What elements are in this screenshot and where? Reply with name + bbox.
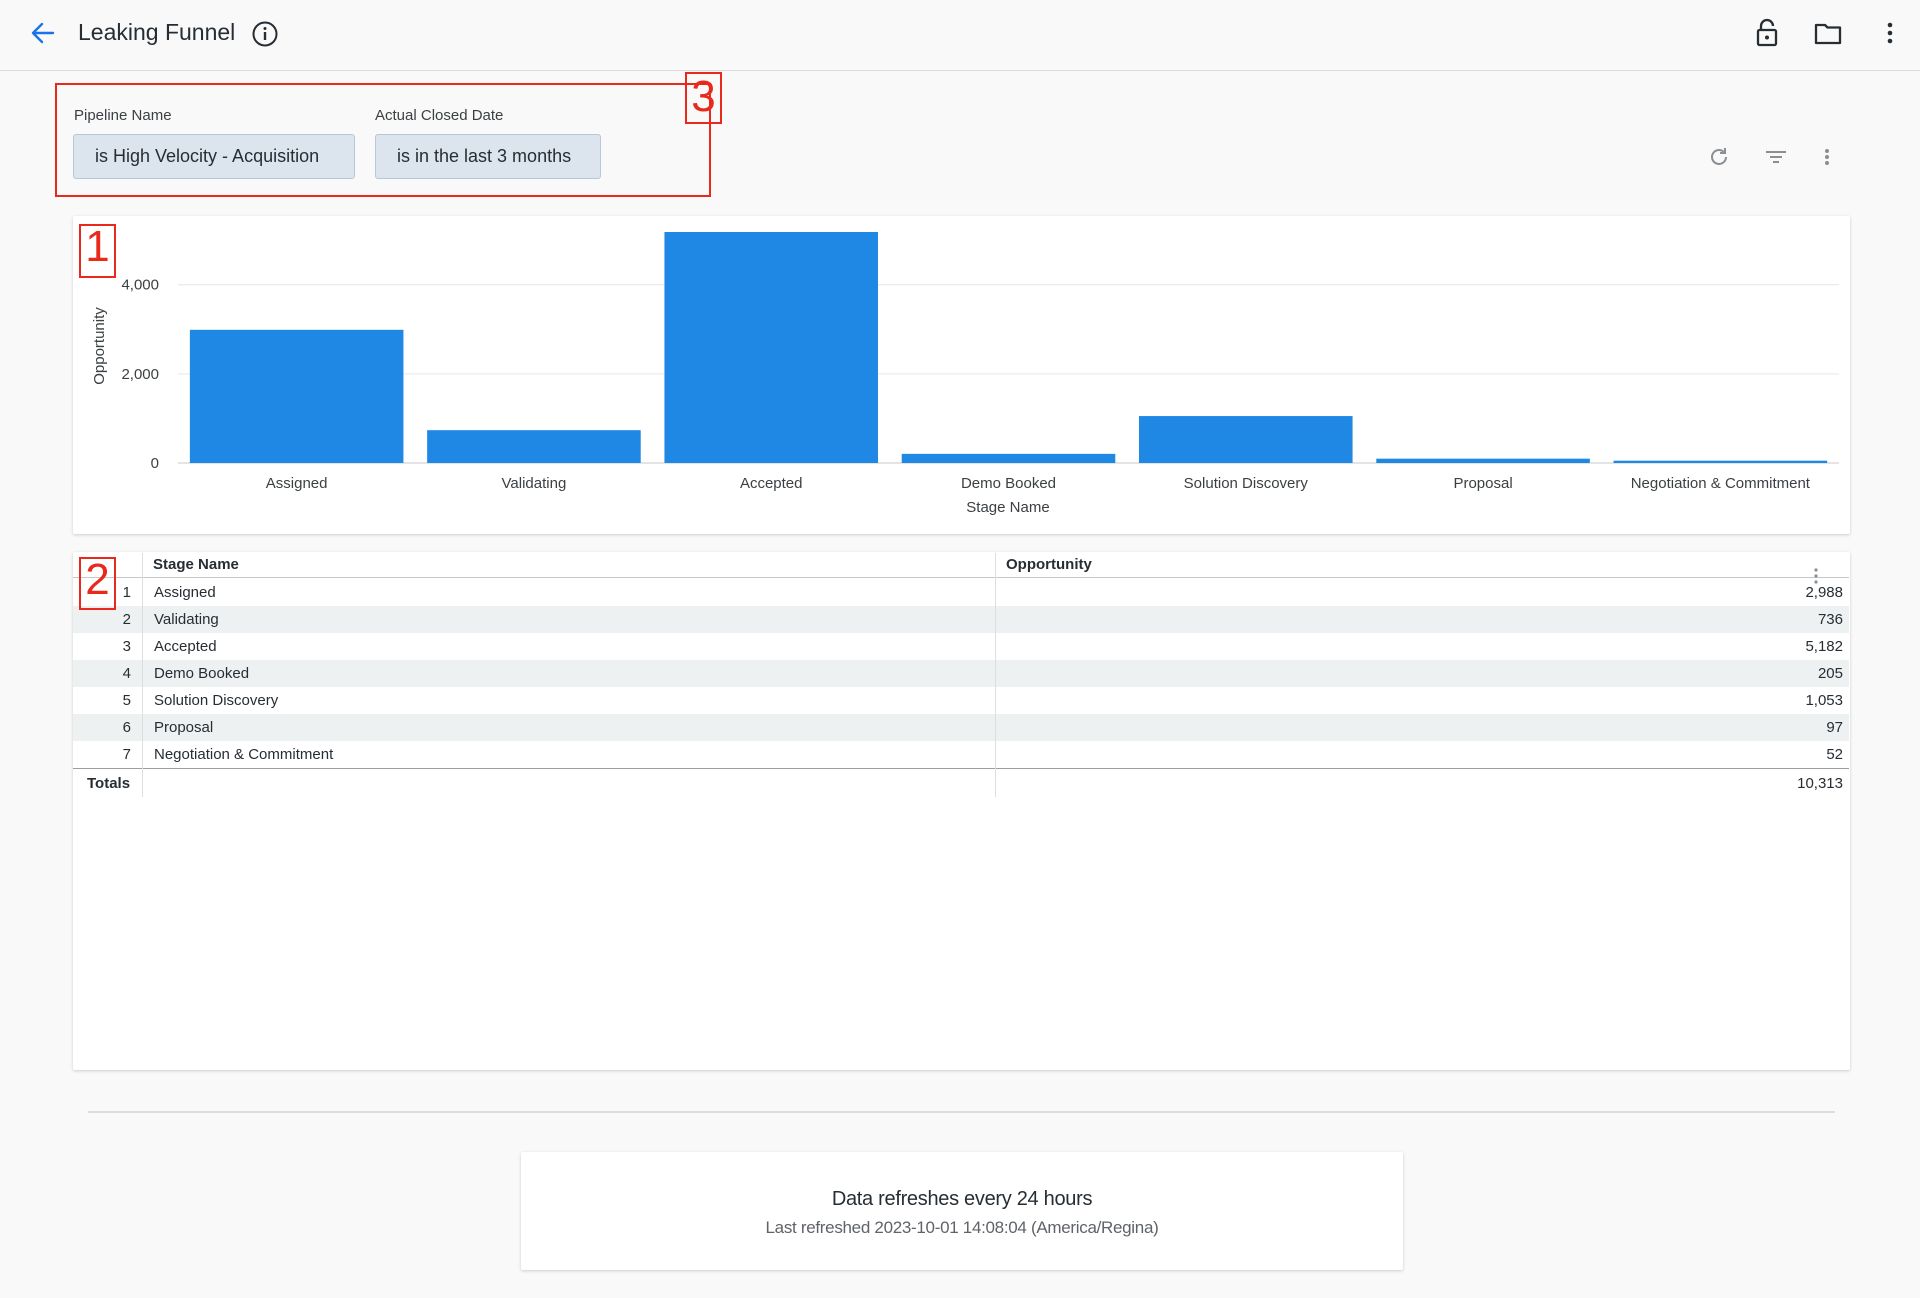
row-index: 5 bbox=[122, 692, 131, 709]
totals-label: Totals bbox=[87, 775, 131, 792]
bar-validating[interactable] bbox=[427, 430, 641, 463]
y-tick-label: 4,000 bbox=[121, 277, 159, 294]
x-tick-label: Accepted bbox=[740, 475, 803, 492]
opportunity-cell: 2,988 bbox=[1805, 584, 1843, 601]
stage-name-cell: Assigned bbox=[154, 584, 216, 601]
table-row[interactable]: 5 Solution Discovery 1,053 bbox=[73, 687, 1849, 714]
annotation-label-1: 1 bbox=[85, 222, 110, 271]
x-tick-label: Assigned bbox=[266, 475, 328, 492]
totals-row: Totals 10,313 bbox=[73, 769, 1849, 797]
refresh-title: Data refreshes every 24 hours bbox=[831, 1188, 1093, 1210]
x-tick-label: Validating bbox=[502, 475, 567, 492]
column-header-stage-name[interactable]: Stage Name bbox=[153, 556, 239, 573]
x-axis-title: Stage Name bbox=[966, 499, 1049, 516]
bar-solution-discovery[interactable] bbox=[1139, 416, 1353, 463]
index-column-divider bbox=[142, 553, 143, 797]
bar-accepted[interactable] bbox=[664, 232, 878, 463]
x-tick-label: Negotiation & Commitment bbox=[1631, 475, 1811, 492]
bar-negotiation-commitment[interactable] bbox=[1613, 460, 1828, 463]
y-tick-label: 2,000 bbox=[121, 366, 159, 383]
annotation-label-2: 2 bbox=[85, 555, 110, 604]
column-divider bbox=[995, 553, 996, 797]
table-row[interactable]: 6 Proposal 97 bbox=[73, 714, 1849, 741]
y-axis-title: Opportunity bbox=[91, 307, 108, 385]
refresh-info-card: Data refreshes every 24 hours Last refre… bbox=[521, 1152, 1403, 1270]
opportunity-cell: 52 bbox=[1826, 746, 1843, 763]
stage-name-cell: Demo Booked bbox=[154, 665, 250, 682]
row-index: 7 bbox=[122, 746, 131, 763]
row-index: 3 bbox=[122, 638, 131, 655]
footer-divider bbox=[88, 1111, 1835, 1113]
x-tick-label: Proposal bbox=[1453, 475, 1512, 492]
opportunity-cell: 736 bbox=[1817, 611, 1843, 628]
bar-proposal[interactable] bbox=[1376, 458, 1590, 463]
column-header-opportunity[interactable]: Opportunity bbox=[1006, 556, 1092, 573]
row-index: 2 bbox=[122, 611, 131, 628]
bar-demo-booked[interactable] bbox=[901, 453, 1116, 463]
stage-name-cell: Validating bbox=[154, 611, 219, 628]
stage-name-cell: Solution Discovery bbox=[154, 692, 279, 709]
row-index: 4 bbox=[122, 665, 131, 682]
x-tick-label: Demo Booked bbox=[961, 475, 1056, 492]
opportunity-cell: 97 bbox=[1826, 719, 1843, 736]
last-refreshed-text: Last refreshed 2023-10-01 14:08:04 (Amer… bbox=[765, 1218, 1159, 1237]
x-tick-label: Solution Discovery bbox=[1184, 475, 1309, 492]
stage-name-cell: Negotiation & Commitment bbox=[154, 746, 334, 763]
table-row[interactable]: 1 Assigned 2,988 bbox=[73, 579, 1849, 606]
table-header: Stage Name Opportunity bbox=[73, 553, 1849, 584]
table-row[interactable]: 2 Validating 736 bbox=[73, 606, 1849, 633]
totals-value: 10,313 bbox=[1797, 775, 1843, 792]
stage-name-cell: Accepted bbox=[154, 638, 217, 655]
table-row[interactable]: 3 Accepted 5,182 bbox=[73, 633, 1849, 660]
table-row[interactable]: 7 Negotiation & Commitment 52 bbox=[73, 741, 1849, 768]
opportunity-cell: 205 bbox=[1817, 665, 1843, 682]
table-row[interactable]: 4 Demo Booked 205 bbox=[73, 660, 1849, 687]
opportunity-cell: 5,182 bbox=[1805, 638, 1843, 655]
bar-chart: Assigned Validating Accepted Demo Booked Sol… bbox=[91, 232, 1839, 516]
opportunity-cell: 1,053 bbox=[1805, 692, 1843, 709]
y-tick-label: 0 bbox=[151, 455, 159, 472]
stage-name-cell: Proposal bbox=[154, 719, 214, 736]
row-index: 6 bbox=[122, 719, 131, 736]
bar-assigned[interactable] bbox=[189, 329, 404, 463]
